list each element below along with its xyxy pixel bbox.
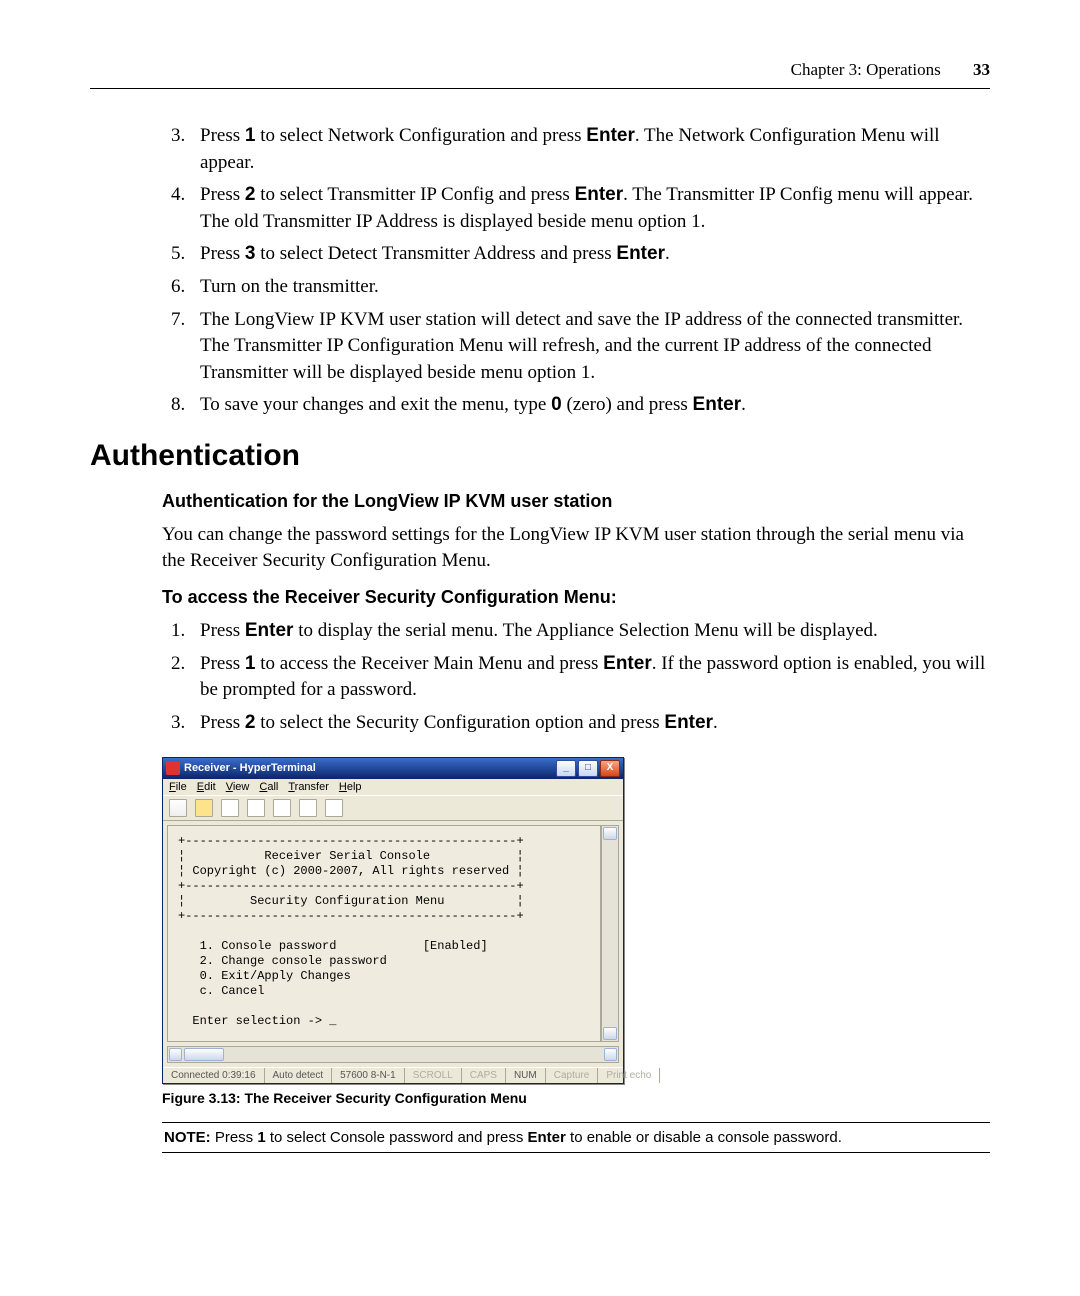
note-label: NOTE: — [164, 1129, 211, 1146]
menu-item[interactable]: Help — [339, 781, 362, 793]
menu-bar[interactable]: File Edit View Call Transfer Help — [163, 779, 623, 795]
close-button[interactable]: X — [600, 760, 620, 777]
menu-item[interactable]: Call — [259, 781, 278, 793]
page-header: Chapter 3: Operations 33 — [90, 60, 990, 89]
status-printecho: Print echo — [598, 1068, 660, 1083]
app-icon — [166, 761, 180, 775]
menu-item[interactable]: File — [169, 781, 187, 793]
menu-item[interactable]: Edit — [197, 781, 216, 793]
chapter-label: Chapter 3: Operations — [791, 60, 941, 79]
toolbar[interactable] — [163, 795, 623, 821]
note-text: Press 1 to select Console password and p… — [211, 1129, 842, 1146]
list-item: Press 1 to select Network Configuration … — [190, 123, 990, 176]
menu-item[interactable]: View — [226, 781, 250, 793]
section-heading: Authentication — [90, 439, 990, 473]
receive-icon[interactable] — [299, 799, 317, 817]
list-item: Turn on the transmitter. — [190, 274, 990, 301]
new-icon[interactable] — [169, 799, 187, 817]
page-number: 33 — [973, 60, 990, 79]
list-item: Press 2 to select the Security Configura… — [190, 710, 990, 737]
status-scroll: SCROLL — [405, 1068, 462, 1083]
connect-icon[interactable] — [221, 799, 239, 817]
status-baud: 57600 8-N-1 — [332, 1068, 405, 1083]
disconnect-icon[interactable] — [247, 799, 265, 817]
hyperterminal-window: Receiver - HyperTerminal _ □ X File Edit V… — [162, 757, 624, 1084]
list-item: Press 1 to access the Receiver Main Menu… — [190, 651, 990, 704]
note-box: NOTE: Press 1 to select Console password… — [162, 1122, 990, 1153]
list-item: Press Enter to display the serial menu. … — [190, 618, 990, 645]
open-icon[interactable] — [195, 799, 213, 817]
status-autodetect: Auto detect — [265, 1068, 333, 1083]
horizontal-scrollbar[interactable] — [167, 1046, 619, 1063]
list-item: To save your changes and exit the menu, … — [190, 392, 990, 419]
procedure-heading: To access the Receiver Security Configur… — [162, 587, 990, 608]
ordered-steps-first: Press 1 to select Network Configuration … — [90, 123, 990, 419]
status-bar: Connected 0:39:16 Auto detect 57600 8-N-… — [163, 1067, 623, 1083]
status-num: NUM — [506, 1068, 546, 1083]
list-item: Press 3 to select Detect Transmitter Add… — [190, 241, 990, 268]
status-connected: Connected 0:39:16 — [163, 1068, 265, 1083]
list-item: The LongView IP KVM user station will de… — [190, 307, 990, 387]
status-caps: CAPS — [462, 1068, 506, 1083]
status-capture: Capture — [546, 1068, 599, 1083]
vertical-scrollbar[interactable] — [601, 825, 619, 1042]
list-item: Press 2 to select Transmitter IP Config … — [190, 182, 990, 235]
properties-icon[interactable] — [325, 799, 343, 817]
maximize-button[interactable]: □ — [578, 760, 598, 777]
window-titlebar[interactable]: Receiver - HyperTerminal _ □ X — [163, 758, 623, 779]
minimize-button[interactable]: _ — [556, 760, 576, 777]
menu-item[interactable]: Transfer — [288, 781, 329, 793]
send-icon[interactable] — [273, 799, 291, 817]
terminal-output: +---------------------------------------… — [167, 825, 601, 1042]
subsection-heading: Authentication for the LongView IP KVM u… — [162, 491, 990, 512]
body-paragraph: You can change the password settings for… — [162, 522, 990, 573]
window-title: Receiver - HyperTerminal — [184, 762, 556, 774]
figure-caption: Figure 3.13: The Receiver Security Confi… — [162, 1090, 990, 1106]
ordered-steps-second: Press Enter to display the serial menu. … — [90, 618, 990, 736]
